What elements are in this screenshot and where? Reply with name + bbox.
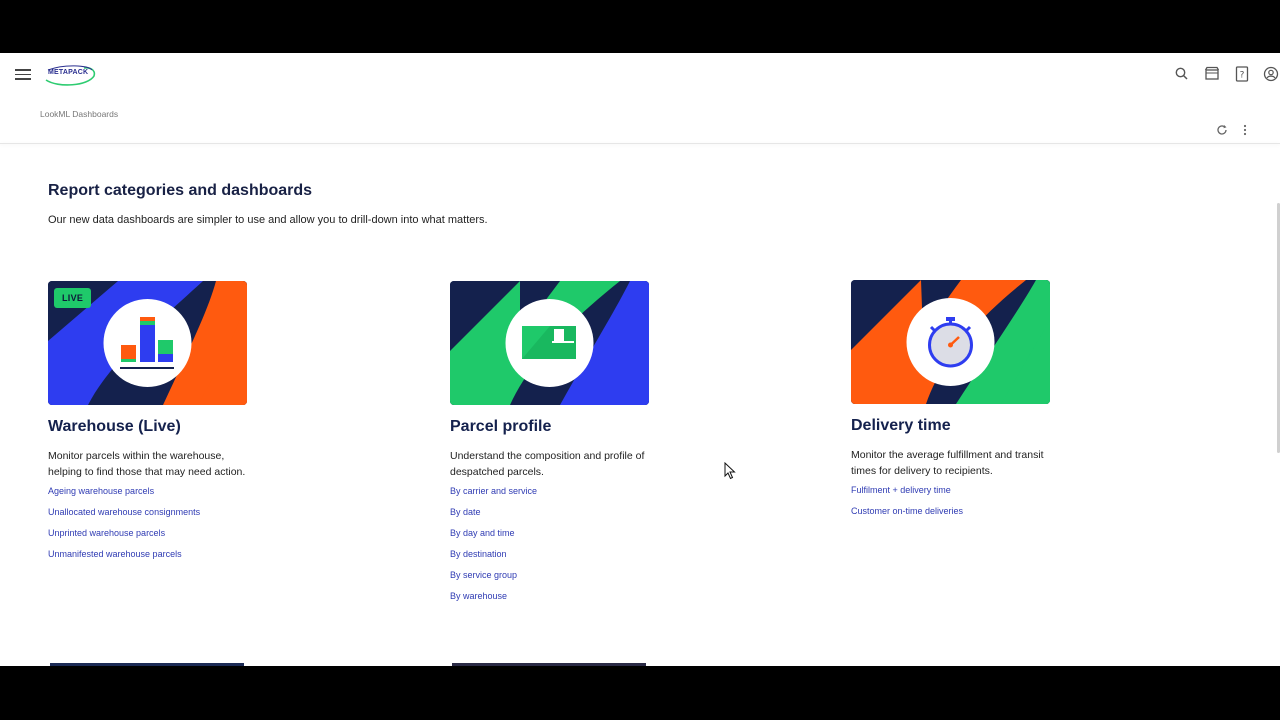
- metapack-logo[interactable]: METAPACK: [44, 62, 98, 88]
- logo-text: METAPACK: [48, 69, 89, 76]
- help-icon[interactable]: ?: [1233, 65, 1251, 83]
- svg-text:?: ?: [1240, 71, 1245, 81]
- link-ageing-warehouse-parcels[interactable]: Ageing warehouse parcels: [48, 486, 258, 497]
- link-unprinted-warehouse-parcels[interactable]: Unprinted warehouse parcels: [48, 528, 258, 539]
- next-card-preview: [50, 663, 244, 666]
- card-description: Monitor the average fulfillment and tran…: [851, 449, 1044, 477]
- link-by-service-group[interactable]: By service group: [450, 570, 660, 581]
- link-fulfilment-delivery-time[interactable]: Fulfilment + delivery time: [851, 485, 1061, 496]
- mouse-cursor-icon: [724, 461, 736, 485]
- link-by-destination[interactable]: By destination: [450, 549, 660, 560]
- card-title[interactable]: Delivery time: [851, 417, 1061, 435]
- card-links: Ageing warehouse parcels Unallocated war…: [48, 486, 258, 560]
- card-delivery-time: Delivery time Monitor the average fulfil…: [851, 280, 1061, 527]
- account-icon[interactable]: [1262, 65, 1280, 83]
- link-unmanifested-warehouse-parcels[interactable]: Unmanifested warehouse parcels: [48, 549, 258, 560]
- card-links: Fulfilment + delivery time Customer on-t…: [851, 485, 1061, 517]
- page-subtitle: Our new data dashboards are simpler to u…: [48, 214, 488, 226]
- app-window: METAPACK ? LookML Dashboards Report cate…: [0, 53, 1280, 666]
- next-card-preview: [452, 663, 646, 666]
- card-parcel-profile: Parcel profile Understand the compositio…: [450, 281, 660, 612]
- delivery-card-image[interactable]: [851, 280, 1050, 404]
- link-by-warehouse[interactable]: By warehouse: [450, 591, 660, 602]
- breadcrumb[interactable]: LookML Dashboards: [40, 109, 118, 119]
- card-links: By carrier and service By date By day an…: [450, 486, 660, 602]
- more-vert-icon[interactable]: [1238, 123, 1252, 137]
- parcel-card-image[interactable]: [450, 281, 649, 405]
- menu-icon[interactable]: [15, 67, 31, 81]
- link-customer-on-time-deliveries[interactable]: Customer on-time deliveries: [851, 506, 1061, 517]
- card-warehouse: LIVE Warehouse (Live) Monitor parcels wi…: [48, 281, 258, 570]
- card-description: Understand the composition and profile o…: [450, 450, 645, 478]
- card-title[interactable]: Parcel profile: [450, 418, 660, 436]
- card-description: Monitor parcels within the warehouse, he…: [48, 450, 246, 478]
- warehouse-card-image[interactable]: LIVE: [48, 281, 247, 405]
- link-by-day-and-time[interactable]: By day and time: [450, 528, 660, 539]
- card-title[interactable]: Warehouse (Live): [48, 418, 258, 436]
- refresh-icon[interactable]: [1215, 123, 1229, 137]
- search-icon[interactable]: [1173, 65, 1191, 83]
- dashboard-content: Report categories and dashboards Our new…: [0, 144, 1280, 666]
- page-title: Report categories and dashboards: [48, 182, 313, 199]
- link-by-carrier-and-service[interactable]: By carrier and service: [450, 486, 660, 497]
- marketplace-icon[interactable]: [1203, 65, 1221, 83]
- link-by-date[interactable]: By date: [450, 507, 660, 518]
- top-bar: METAPACK ?: [0, 53, 1280, 95]
- link-unallocated-warehouse-consignments[interactable]: Unallocated warehouse consignments: [48, 507, 258, 518]
- live-badge: LIVE: [54, 288, 92, 308]
